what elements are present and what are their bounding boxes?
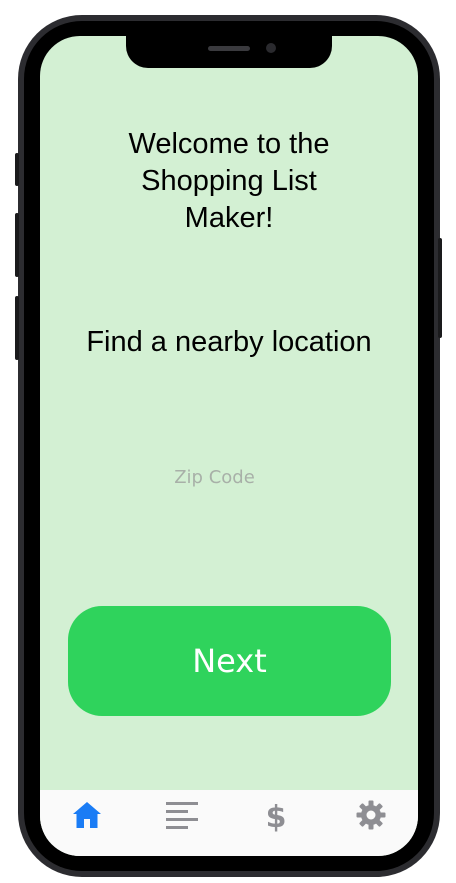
app-screen: Welcome to the Shopping List Maker! Find… <box>40 36 418 856</box>
tab-settings[interactable] <box>324 790 419 856</box>
tab-bar: $ <box>40 790 418 856</box>
find-location-label: Find a nearby location <box>86 326 372 358</box>
front-camera <box>266 43 276 53</box>
tab-budget[interactable]: $ <box>229 790 324 856</box>
volume-down-button <box>15 296 19 360</box>
zip-code-input[interactable] <box>110 461 319 493</box>
volume-up-button <box>15 213 19 277</box>
gear-icon <box>356 800 386 830</box>
svg-text:$: $ <box>266 800 286 832</box>
silent-switch <box>15 153 19 186</box>
next-button[interactable]: Next <box>68 606 391 716</box>
list-icon <box>165 802 198 829</box>
home-icon <box>73 802 102 828</box>
welcome-heading: Welcome to the Shopping List Maker! <box>128 128 330 234</box>
tab-home[interactable] <box>40 790 135 856</box>
notch <box>126 36 332 68</box>
power-button <box>438 238 442 338</box>
speaker-grille <box>208 46 250 51</box>
dollar-icon: $ <box>266 800 286 832</box>
tab-list[interactable] <box>135 790 230 856</box>
